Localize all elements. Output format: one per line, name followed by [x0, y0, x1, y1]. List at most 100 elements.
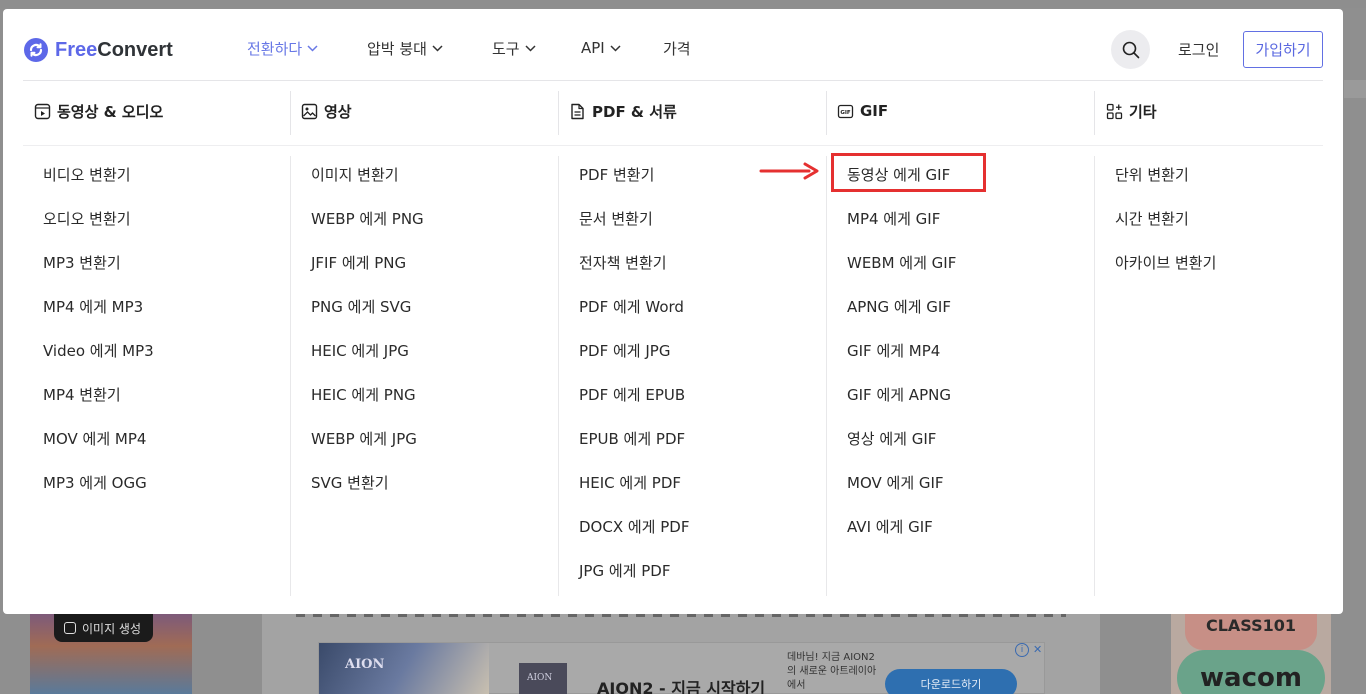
menu-item[interactable]: JFIF 에게 PNG: [311, 252, 424, 296]
category-title: 동영상 & 오디오: [57, 102, 164, 121]
search-button[interactable]: [1111, 30, 1150, 69]
chevron-down-icon: [307, 44, 318, 52]
left-ad[interactable]: 이미지 생성: [30, 614, 192, 694]
menu-item[interactable]: PNG 에게 SVG: [311, 296, 424, 340]
menu-item[interactable]: MOV 에게 GIF: [847, 472, 956, 516]
chevron-down-icon: [610, 44, 621, 52]
banner-ad[interactable]: AION AION AION2 - 지금 시작하기 데바님! 지금 AION2의…: [318, 642, 1045, 694]
nav-convert-label: 전환하다: [247, 39, 303, 58]
menu-item[interactable]: 이미지 변환기: [311, 164, 424, 208]
category-title: GIF: [860, 102, 889, 120]
menu-item[interactable]: 아카이브 변환기: [1115, 252, 1216, 296]
logo-text-convert: Convert: [97, 38, 173, 61]
menu-item[interactable]: HEIC 에게 JPG: [311, 340, 424, 384]
category-video-audio: 동영상 & 오디오: [34, 99, 163, 123]
menu-item[interactable]: GIF 에게 MP4: [847, 340, 956, 384]
menu-item[interactable]: 시간 변환기: [1115, 208, 1216, 252]
right-ad-card: CLASS101: [1185, 614, 1317, 650]
nav-convert[interactable]: 전환하다: [247, 37, 318, 59]
column-divider: [826, 91, 827, 135]
column-divider: [826, 156, 827, 596]
login-link[interactable]: 로그인: [1178, 39, 1219, 60]
signup-button[interactable]: 가입하기: [1243, 31, 1323, 68]
nav-api[interactable]: API: [581, 37, 621, 59]
menu-item[interactable]: PDF 에게 Word: [579, 296, 689, 340]
menu-item[interactable]: MP4 에게 MP3: [43, 296, 154, 340]
background-top-strip: [0, 0, 1366, 8]
category-image: 영상: [301, 99, 352, 123]
freeconvert-logo-icon: [24, 38, 48, 62]
menu-item[interactable]: PDF 에게 JPG: [579, 340, 689, 384]
menu-item[interactable]: 전자책 변환기: [579, 252, 689, 296]
menu-item[interactable]: 문서 변환기: [579, 208, 689, 252]
menu-item[interactable]: MP4 변환기: [43, 384, 154, 428]
nav-compress[interactable]: 압박 붕대: [367, 37, 443, 59]
menu-item[interactable]: HEIC 에게 PNG: [311, 384, 424, 428]
menu-item[interactable]: SVG 변환기: [311, 472, 424, 516]
menu-item[interactable]: EPUB 에게 PDF: [579, 428, 689, 472]
header-divider: [23, 80, 1323, 81]
banner-download-button[interactable]: 다운로드하기: [885, 669, 1017, 694]
menu-item[interactable]: WEBP 에게 JPG: [311, 428, 424, 472]
menu-item[interactable]: WEBM 에게 GIF: [847, 252, 956, 296]
ad-close-icon[interactable]: ✕: [1033, 643, 1042, 656]
site-logo[interactable]: FreeConvert: [23, 37, 173, 63]
menu-item[interactable]: WEBP 에게 PNG: [311, 208, 424, 252]
column-divider: [558, 156, 559, 596]
banner-headline: AION2 - 지금 시작하기: [597, 679, 766, 694]
nav-compress-label: 압박 붕대: [367, 39, 427, 58]
category-divider: [23, 145, 1323, 146]
mega-menu-panel: FreeConvert 전환하다 압박 붕대 도구 API 가격 로그인 가입하…: [3, 9, 1343, 614]
category-title: 영상: [324, 102, 352, 121]
menu-item[interactable]: PDF 에게 EPUB: [579, 384, 689, 428]
category-pdf-documents: PDF & 서류: [569, 99, 677, 123]
nav-tools-label: 도구: [492, 39, 520, 58]
menu-item[interactable]: MP3 변환기: [43, 252, 154, 296]
search-icon: [1122, 41, 1139, 58]
right-ad-brand: wacom: [1177, 650, 1325, 694]
menu-item[interactable]: PDF 변환기: [579, 164, 689, 208]
image-list: 이미지 변환기 WEBP 에게 PNG JFIF 에게 PNG PNG 에게 S…: [311, 164, 424, 516]
nav-tools[interactable]: 도구: [492, 37, 536, 59]
menu-item[interactable]: GIF 에게 APNG: [847, 384, 956, 428]
svg-text:GIF: GIF: [840, 110, 851, 116]
nav-pricing[interactable]: 가격: [663, 37, 691, 59]
gif-list: 동영상 에게 GIF MP4 에게 GIF WEBM 에게 GIF APNG 에…: [847, 164, 956, 560]
menu-item[interactable]: 비디오 변환기: [43, 164, 154, 208]
menu-item[interactable]: AVI 에게 GIF: [847, 516, 956, 560]
banner-thumbnail-text: AION: [527, 673, 553, 683]
nav-pricing-label: 가격: [663, 39, 691, 58]
menu-item[interactable]: DOCX 에게 PDF: [579, 516, 689, 560]
menu-item[interactable]: APNG 에게 GIF: [847, 296, 956, 340]
annotation-arrow: [759, 162, 819, 180]
menu-item[interactable]: 단위 변환기: [1115, 164, 1216, 208]
menu-item[interactable]: MOV 에게 MP4: [43, 428, 154, 472]
menu-item[interactable]: MP4 에게 GIF: [847, 208, 956, 252]
column-divider: [558, 91, 559, 135]
category-gif: GIF GIF: [837, 99, 888, 123]
generate-image-label: 이미지 생성: [82, 621, 142, 636]
menu-item[interactable]: Video 에게 MP3: [43, 340, 154, 384]
nav-api-label: API: [581, 39, 605, 57]
video-icon: [34, 103, 51, 119]
generate-image-pill[interactable]: 이미지 생성: [54, 614, 154, 642]
menu-item[interactable]: HEIC 에게 PDF: [579, 472, 689, 516]
banner-small-text: 데바님! 지금 AION2의 새로운 아트레이아에서: [787, 652, 877, 691]
right-ad[interactable]: CLASS101 wacom: [1171, 614, 1331, 694]
grid-icon: [1106, 103, 1123, 119]
menu-item[interactable]: 영상 에게 GIF: [847, 428, 956, 472]
menu-item[interactable]: 오디오 변환기: [43, 208, 154, 252]
column-divider: [290, 91, 291, 135]
banner-thumbnail: AION: [519, 663, 567, 694]
column-divider: [1094, 156, 1095, 596]
ad-info-icon[interactable]: i: [1015, 643, 1029, 657]
other-list: 단위 변환기 시간 변환기 아카이브 변환기: [1115, 164, 1216, 296]
column-divider: [1094, 91, 1095, 135]
chevron-down-icon: [525, 44, 536, 52]
menu-item[interactable]: JPG 에게 PDF: [579, 560, 689, 604]
chevron-down-icon: [432, 44, 443, 52]
logo-text-free: Free: [55, 38, 98, 61]
image-icon: [301, 103, 318, 119]
menu-item[interactable]: MP3 에게 OGG: [43, 472, 154, 516]
site-header: FreeConvert 전환하다 압박 붕대 도구 API 가격 로그인 가입하…: [3, 9, 1343, 81]
